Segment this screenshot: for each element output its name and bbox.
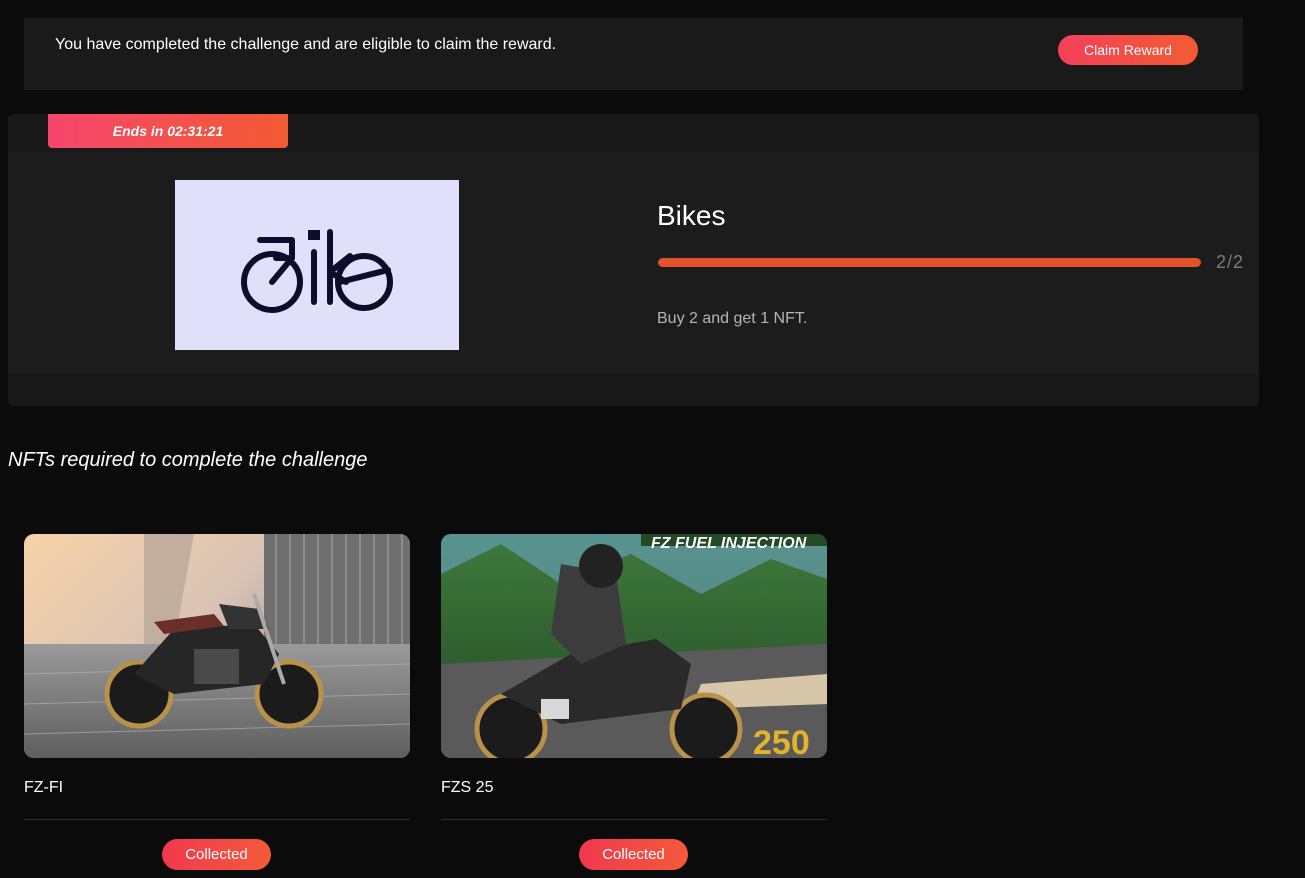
- challenge-page: You have completed the challenge and are…: [0, 0, 1305, 878]
- countdown-badge: Ends in 02:31:21: [48, 114, 288, 148]
- collected-button[interactable]: Collected: [162, 839, 271, 870]
- claim-reward-button[interactable]: Claim Reward: [1058, 35, 1198, 65]
- motorcycle-city-image: [24, 534, 410, 758]
- nfts-section-heading: NFTs required to complete the challenge: [8, 449, 368, 471]
- challenge-title: Bikes: [657, 200, 726, 231]
- nft-image-badge: 250: [753, 724, 810, 758]
- collected-button[interactable]: Collected: [579, 839, 688, 870]
- challenge-progress-bar: [658, 258, 1201, 267]
- nft-name: FZ-FI: [24, 779, 64, 796]
- challenge-logo: [175, 180, 459, 350]
- motorcycle-mountain-image: FZ FUEL INJECTION 250: [441, 534, 827, 758]
- reward-message: You have completed the challenge and are…: [55, 36, 557, 53]
- challenge-progress-fill: [658, 258, 1201, 267]
- challenge-description: Buy 2 and get 1 NFT.: [657, 310, 808, 327]
- challenge-progress-count: 2/2: [1216, 252, 1245, 272]
- nft-name: FZS 25: [441, 779, 494, 796]
- nft-card[interactable]: FZ-FI Collected: [24, 534, 410, 878]
- nft-image[interactable]: FZ FUEL INJECTION 250: [441, 534, 827, 758]
- challenge-card: Ends in 02:31:21 Bikes 2/2 Buy 2 and get…: [8, 114, 1259, 406]
- svg-text:FZ FUEL INJECTION: FZ FUEL INJECTION: [651, 535, 807, 552]
- bike-logo-icon: [241, 229, 393, 313]
- reward-banner: You have completed the challenge and are…: [24, 18, 1243, 90]
- nft-card[interactable]: FZ FUEL INJECTION 250 FZS 25 Collected: [441, 534, 827, 878]
- divider: [24, 819, 410, 820]
- nft-image[interactable]: [24, 534, 410, 758]
- divider: [441, 819, 827, 820]
